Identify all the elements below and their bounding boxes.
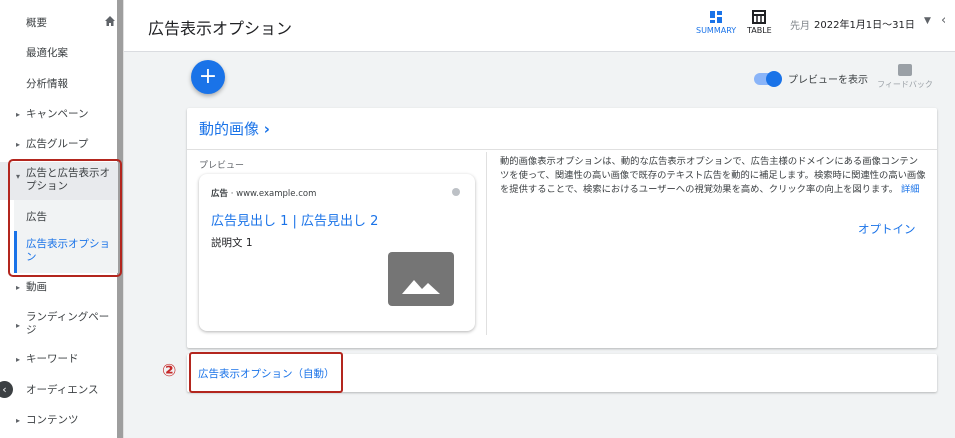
- annotation-number-2: ②: [162, 361, 177, 381]
- feedback-label: フィードバック: [877, 80, 933, 89]
- chevron-right-icon: ▸: [16, 283, 21, 292]
- card-title[interactable]: 動的画像 ›: [199, 118, 270, 139]
- preview-toggle[interactable]: [754, 71, 782, 87]
- table-view-button[interactable]: TABLE: [747, 10, 772, 35]
- chevron-right-icon: ▸: [16, 355, 21, 364]
- details-link[interactable]: 詳細: [901, 184, 920, 195]
- sidebar-item-label: キャンペーン: [26, 108, 89, 120]
- description-body: 動的画像表示オプションは、動的な広告表示オプションで、広告主様のドメインにある画…: [500, 156, 926, 195]
- preview-label: プレビュー: [199, 161, 245, 171]
- preview-toggle-label: プレビューを表示: [788, 75, 868, 86]
- toggle-knob: [766, 71, 782, 87]
- add-button[interactable]: +: [191, 60, 225, 94]
- sidebar-item-label: 最適化案: [26, 47, 68, 59]
- date-range-picker[interactable]: 2022年1月1日～31日: [814, 16, 915, 31]
- annotation-box-2: [189, 352, 343, 393]
- page-title: 広告表示オプション: [148, 19, 293, 38]
- collapse-sidebar-button[interactable]: ‹: [0, 381, 13, 398]
- summary-label: SUMMARY: [696, 26, 737, 35]
- image-placeholder-icon: [388, 252, 454, 306]
- sidebar-item-label: 広告グループ: [26, 138, 89, 150]
- sidebar-item-label: コンテンツ: [26, 414, 79, 426]
- annotation-box-1: [8, 159, 122, 277]
- sidebar-item-label: キーワード: [26, 353, 79, 365]
- dynamic-image-card: 動的画像 › プレビュー 広告 · www.example.com 広告見出し …: [187, 108, 937, 348]
- chevron-down-icon[interactable]: ▼: [924, 16, 931, 26]
- table-icon: [752, 10, 767, 24]
- home-icon[interactable]: [104, 15, 116, 27]
- sidebar-item-label: ランディングページ: [26, 311, 110, 336]
- chevron-right-icon: ▸: [16, 321, 21, 330]
- summary-view-button[interactable]: SUMMARY: [696, 10, 736, 35]
- ad-meta: 広告 · www.example.com: [211, 187, 316, 199]
- chevron-right-icon: ▸: [16, 416, 21, 425]
- sidebar-item-label: 概要: [26, 17, 47, 29]
- ad-badge: 広告: [211, 189, 229, 199]
- chevron-left-icon[interactable]: ‹: [941, 13, 946, 28]
- sidebar-item-label: オーディエンス: [26, 384, 99, 396]
- date-range-label: 先月: [790, 21, 810, 32]
- feedback-button[interactable]: フィードバック: [872, 64, 938, 90]
- description-text: 動的画像表示オプションは、動的な広告表示オプションで、広告主様のドメインにある画…: [500, 155, 927, 197]
- ad-headline: 広告見出し 1 | 広告見出し 2: [211, 214, 379, 229]
- summary-icon: [710, 11, 723, 23]
- table-label: TABLE: [747, 26, 772, 35]
- sidebar-item-label: 動画: [26, 281, 47, 293]
- info-icon: [452, 188, 460, 196]
- opt-in-button[interactable]: オプトイン: [858, 221, 916, 237]
- divider: [486, 152, 487, 335]
- chevron-right-icon: ›: [263, 120, 270, 138]
- card-title-text: 動的画像: [199, 120, 260, 138]
- header: 広告表示オプション SUMMARY TABLE 先月 2022年1月1日～31日…: [124, 0, 955, 52]
- chevron-right-icon: ▸: [16, 140, 21, 149]
- ad-preview: 広告 · www.example.com 広告見出し 1 | 広告見出し 2 説…: [199, 174, 475, 331]
- sidebar-item-label: 分析情報: [26, 78, 68, 90]
- ad-url: www.example.com: [236, 189, 317, 199]
- ad-description: 説明文 1: [211, 237, 253, 249]
- divider: [187, 149, 937, 150]
- feedback-icon: [898, 64, 912, 76]
- chevron-right-icon: ▸: [16, 110, 21, 119]
